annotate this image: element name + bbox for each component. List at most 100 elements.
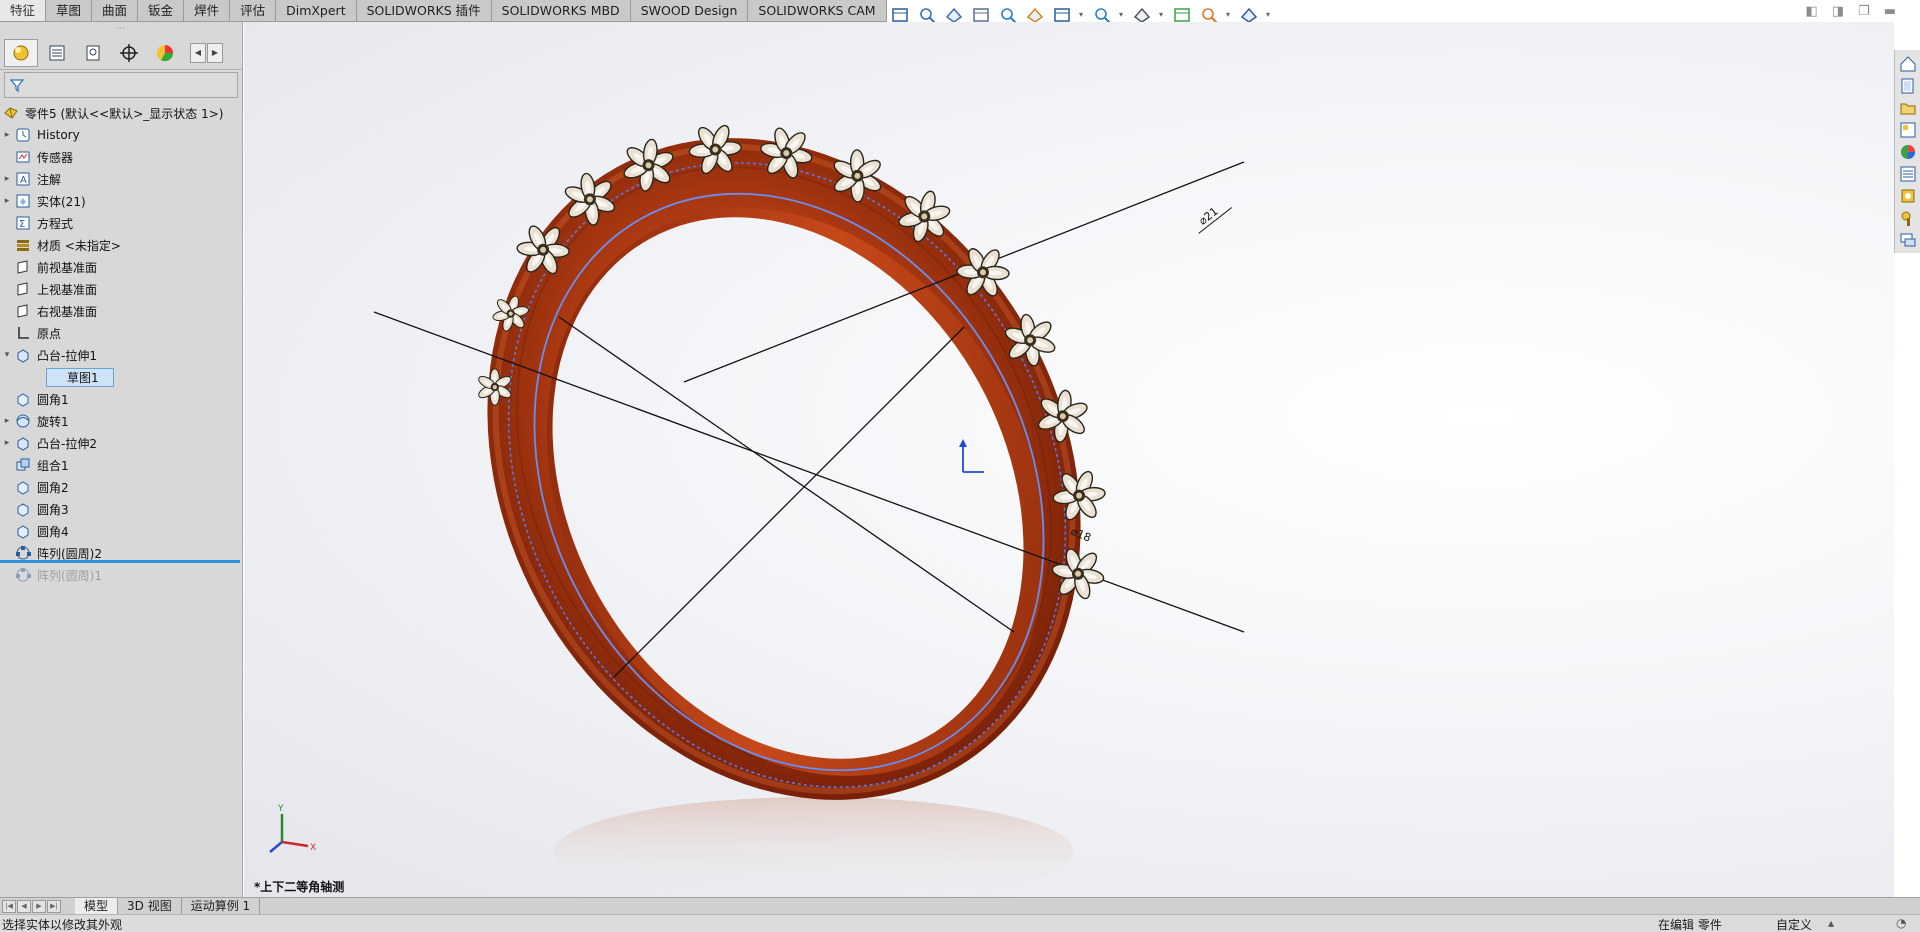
command-tab-8[interactable]: SOLIDWORKS MBD <box>492 0 631 21</box>
view-orientation-label: *上下二等角轴测 <box>254 880 345 894</box>
command-tab-4[interactable]: 焊件 <box>184 0 231 21</box>
graphics-area[interactable]: ⌀21 ⌀18 <box>244 22 1894 907</box>
command-tab-10[interactable]: SOLIDWORKS CAM <box>748 0 887 21</box>
command-tab-2[interactable]: 曲面 <box>92 0 139 21</box>
panel-splitter-handle[interactable]: ⋯ <box>0 22 242 36</box>
tree-item[interactable]: 圆角3 <box>0 498 242 520</box>
tree-item-label: 凸台-拉伸2 <box>37 436 97 451</box>
scroll-left-icon[interactable]: ◀ <box>190 42 206 63</box>
filter-icon <box>9 79 25 93</box>
dimension-outer[interactable]: ⌀21 <box>1190 196 1233 234</box>
custom-properties-icon[interactable] <box>1898 164 1917 183</box>
tree-item[interactable]: 圆角1 <box>0 388 242 410</box>
rollback-bar[interactable] <box>0 560 240 563</box>
task-pane-tabs <box>1894 50 1920 253</box>
solidworks-resources-icon[interactable] <box>1898 54 1917 73</box>
next-tab-icon[interactable]: ▶ <box>32 899 46 913</box>
tree-item[interactable]: 材质 <未指定> <box>0 234 242 256</box>
bottom-tab-1[interactable]: 3D 视图 <box>118 898 182 914</box>
combine-icon <box>14 456 32 474</box>
extrude-icon <box>14 434 32 452</box>
tree-item[interactable]: 原点 <box>0 322 242 344</box>
triad-x-label: X <box>310 843 316 853</box>
tree-item[interactable]: ▸ 实体(21) <box>0 190 242 212</box>
dimxpert-manager-tab[interactable] <box>112 39 146 67</box>
window-controls: ◧ ◨ ❐ ▬ <box>1805 4 1896 19</box>
property-manager-tab[interactable] <box>40 39 74 67</box>
tree-item[interactable]: 传感器 <box>0 146 242 168</box>
circular-pattern-icon <box>14 566 32 584</box>
tree-item-label: 组合1 <box>37 458 69 473</box>
display-manager-tab[interactable] <box>148 39 182 67</box>
expand-arrow-icon[interactable]: ▸ <box>0 196 14 206</box>
appearances-scenes-icon[interactable] <box>1898 142 1917 161</box>
expand-arrow-icon[interactable]: ▸ <box>0 174 14 184</box>
command-tab-3[interactable]: 钣金 <box>138 0 185 21</box>
fillet-icon <box>14 390 32 408</box>
plane-icon <box>14 302 32 320</box>
bottom-tab-0[interactable]: 模型 <box>75 898 119 914</box>
tree-item-label: 圆角1 <box>37 392 69 407</box>
command-tab-0[interactable]: 特征 <box>0 0 47 21</box>
status-bar: 选择实体以修改其外观 在编辑 零件 自定义 ▴ ◔ <box>0 914 1920 932</box>
tree-root-part[interactable]: 零件5 (默认<<默认>_显示状态 1>) <box>0 102 242 124</box>
tree-item-label: 材质 <未指定> <box>37 238 121 253</box>
tree-item-label: 旋转1 <box>37 414 69 429</box>
view-palette-icon[interactable] <box>1898 120 1917 139</box>
collapse-arrow-icon[interactable]: ▾ <box>0 350 14 360</box>
key-tools-icon[interactable] <box>1898 208 1917 227</box>
restore-icon[interactable]: ❐ <box>1858 4 1870 19</box>
prev-tab-icon[interactable]: ◀ <box>17 899 31 913</box>
extrude-icon <box>14 346 32 364</box>
expand-arrow-icon[interactable]: ▸ <box>0 416 14 426</box>
tree-item[interactable]: 圆角2 <box>0 476 242 498</box>
design-library-icon[interactable] <box>1898 76 1917 95</box>
tree-item-label: 阵列(圆周)1 <box>37 568 102 583</box>
tree-item[interactable]: Σ 方程式 <box>0 212 242 234</box>
tree-item[interactable]: ▸ A 注解 <box>0 168 242 190</box>
tile-left-icon[interactable]: ◧ <box>1805 4 1817 19</box>
scroll-right-icon[interactable]: ▶ <box>207 42 223 63</box>
file-explorer-icon[interactable] <box>1898 98 1917 117</box>
last-tab-icon[interactable]: ▶| <box>47 899 61 913</box>
tree-item[interactable]: ▸ History <box>0 124 242 146</box>
tree-item[interactable]: 阵列(圆周)1 <box>0 564 242 586</box>
tree-item[interactable]: 组合1 <box>0 454 242 476</box>
tree-item[interactable]: ▸ 凸台-拉伸2 <box>0 432 242 454</box>
tree-item[interactable]: 圆角4 <box>0 520 242 542</box>
command-tab-9[interactable]: SWOOD Design <box>631 0 749 21</box>
command-tab-6[interactable]: DimXpert <box>276 0 357 21</box>
tree-item[interactable]: 前视基准面 <box>0 256 242 278</box>
tree-item[interactable]: 上视基准面 <box>0 278 242 300</box>
tree-filter-field[interactable] <box>4 72 238 98</box>
solidworks-forum-icon[interactable] <box>1898 186 1917 205</box>
bangle-model-view[interactable]: ⌀21 ⌀18 <box>244 22 1894 907</box>
command-tab-7[interactable]: SOLIDWORKS 插件 <box>357 0 492 21</box>
status-units-custom[interactable]: 自定义 <box>1776 916 1812 932</box>
status-message: 选择实体以修改其外观 <box>2 918 123 932</box>
tile-right-icon[interactable]: ◨ <box>1832 4 1844 19</box>
expand-arrow-icon[interactable]: ▸ <box>0 130 14 140</box>
tree-item-label: 上视基准面 <box>37 282 98 297</box>
feature-manager-tab[interactable] <box>4 38 38 67</box>
solid-bodies-icon <box>14 192 32 210</box>
bottom-tab-bar: |◀ ◀ ▶ ▶| 模型 3D 视图 运动算例 1 <box>0 897 1920 914</box>
first-tab-icon[interactable]: |◀ <box>2 899 16 913</box>
command-tab-1[interactable]: 草图 <box>46 0 93 21</box>
chat-icon[interactable] <box>1898 230 1917 249</box>
status-editing-part: 在编辑 零件 <box>1658 918 1722 932</box>
tree-item[interactable]: ▸ 旋转1 <box>0 410 242 432</box>
tree-item[interactable]: 草图1 <box>0 366 242 388</box>
expand-arrow-icon[interactable]: ▸ <box>0 438 14 448</box>
minimize-icon[interactable]: ▬ <box>1884 4 1896 19</box>
tree-item[interactable]: ▾ 凸台-拉伸1 <box>0 344 242 366</box>
sensor-icon <box>14 148 32 166</box>
command-tab-5[interactable]: 评估 <box>230 0 277 21</box>
quick-tips-icon[interactable]: ◔ <box>1896 916 1906 930</box>
bottom-tab-2[interactable]: 运动算例 1 <box>182 898 261 914</box>
configuration-manager-tab[interactable] <box>76 39 110 67</box>
solidworks-window: 特征 草图 曲面 钣金 焊件 评估 DimXpert SOLIDWORKS 插件 SOLIDWO… <box>0 0 1920 932</box>
units-dropdown-icon[interactable]: ▴ <box>1828 916 1834 930</box>
tree-root-label: 零件5 (默认<<默认>_显示状态 1>) <box>25 106 224 121</box>
tree-item[interactable]: 右视基准面 <box>0 300 242 322</box>
